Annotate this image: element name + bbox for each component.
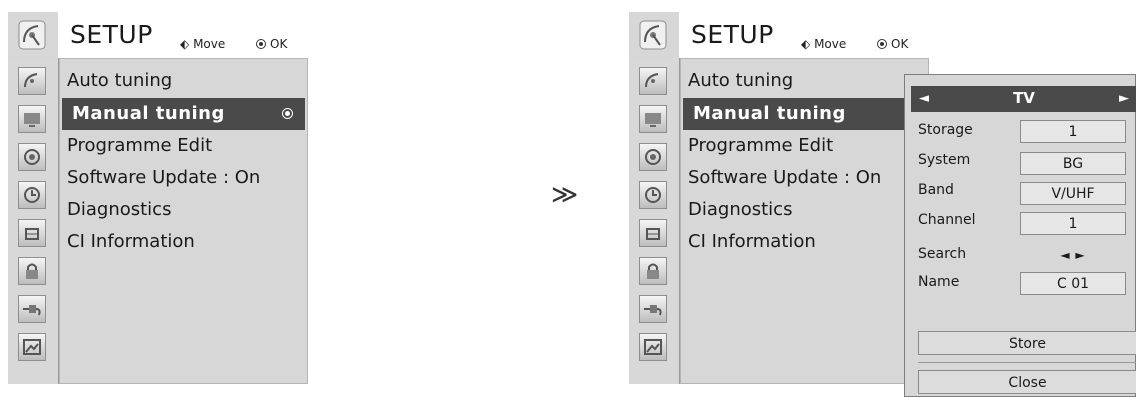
storage-label: Storage <box>918 122 973 138</box>
menu-header: SETUP ⬖ Move OK <box>8 12 308 58</box>
antenna-icon[interactable] <box>18 67 46 95</box>
tv-screen-icon[interactable] <box>639 105 667 133</box>
menu-item-label: Manual tuning <box>72 103 225 124</box>
category-strip <box>8 58 59 384</box>
menu-item-programme-edit[interactable]: Programme Edit <box>67 130 212 162</box>
setup-logo <box>629 12 679 58</box>
step-arrow: ≫ <box>551 180 579 210</box>
storage-field[interactable]: 1 <box>1020 120 1126 143</box>
padlock-icon[interactable] <box>18 257 46 285</box>
channel-field[interactable]: 1 <box>1020 212 1126 235</box>
padlock-icon[interactable] <box>639 257 667 285</box>
setup-menu-right: SETUP ⬖ Move OK Auto tuning Manual tunin… <box>629 12 929 384</box>
system-field[interactable]: BG <box>1020 152 1126 175</box>
category-strip <box>629 58 680 384</box>
plug-icon[interactable] <box>18 295 46 323</box>
speaker-icon[interactable] <box>18 143 46 171</box>
clock-icon[interactable] <box>18 181 46 209</box>
clock-icon[interactable] <box>639 181 667 209</box>
lock-icon[interactable] <box>18 219 46 247</box>
menu-item-diagnostics[interactable]: Diagnostics <box>67 194 171 226</box>
system-label: System <box>918 152 971 168</box>
setup-menu-left: SETUP ⬖ Move OK Auto tuning Manual tunin… <box>8 12 308 384</box>
band-label: Band <box>918 182 954 198</box>
menu-item-diagnostics[interactable]: Diagnostics <box>688 194 792 226</box>
picture-icon[interactable] <box>639 333 667 361</box>
channel-label: Channel <box>918 212 976 228</box>
lock-icon[interactable] <box>639 219 667 247</box>
satellite-dish-icon <box>18 20 46 50</box>
ok-hint: OK <box>256 37 287 51</box>
source-label: TV <box>1013 89 1035 107</box>
setup-logo <box>8 12 58 58</box>
picture-icon[interactable] <box>18 333 46 361</box>
ok-icon <box>256 39 266 49</box>
plug-icon[interactable] <box>639 295 667 323</box>
divider <box>918 362 1136 363</box>
page-title: SETUP <box>691 20 774 49</box>
menu-item-ci-information[interactable]: CI Information <box>688 226 816 258</box>
menu-panel: Auto tuning Manual tuning Programme Edit… <box>680 58 929 384</box>
source-selector[interactable]: ◄ TV ► <box>911 86 1136 112</box>
antenna-icon[interactable] <box>639 67 667 95</box>
menu-item-manual-tuning[interactable]: Manual tuning <box>683 98 926 130</box>
menu-item-software-update[interactable]: Software Update : On <box>688 162 881 194</box>
menu-item-programme-edit[interactable]: Programme Edit <box>688 130 833 162</box>
menu-item-software-update[interactable]: Software Update : On <box>67 162 260 194</box>
page-title: SETUP <box>70 20 153 49</box>
close-button[interactable]: Close <box>918 370 1136 394</box>
move-hint: ⬖ Move <box>180 37 226 51</box>
menu-panel: Auto tuning Manual tuning Programme Edit… <box>59 58 308 384</box>
search-arrows-icon[interactable]: ◄ ► <box>1020 248 1126 262</box>
menu-header: SETUP ⬖ Move OK <box>629 12 929 58</box>
manual-tuning-popup: ◄ TV ► Storage 1 System BG Band V/UHF Ch… <box>904 74 1136 397</box>
move-arrows-icon: ⬖ <box>801 37 811 51</box>
name-field[interactable]: C 01 <box>1020 272 1126 295</box>
store-button[interactable]: Store <box>918 331 1136 355</box>
band-field[interactable]: V/UHF <box>1020 182 1126 205</box>
menu-item-ci-information[interactable]: CI Information <box>67 226 195 258</box>
tv-screen-icon[interactable] <box>18 105 46 133</box>
menu-item-auto-tuning[interactable]: Auto tuning <box>67 65 172 97</box>
ok-hint: OK <box>877 37 908 51</box>
ok-icon <box>877 39 887 49</box>
menu-item-manual-tuning[interactable]: Manual tuning <box>62 98 305 130</box>
ok-select-icon <box>282 108 293 119</box>
satellite-dish-icon <box>639 20 667 50</box>
menu-item-label: Manual tuning <box>693 103 846 124</box>
arrow-right-icon[interactable]: ► <box>1119 91 1129 106</box>
move-arrows-icon: ⬖ <box>180 37 190 51</box>
speaker-icon[interactable] <box>639 143 667 171</box>
name-label: Name <box>918 274 960 290</box>
search-label: Search <box>918 246 967 262</box>
menu-item-auto-tuning[interactable]: Auto tuning <box>688 65 793 97</box>
move-hint: ⬖ Move <box>801 37 847 51</box>
